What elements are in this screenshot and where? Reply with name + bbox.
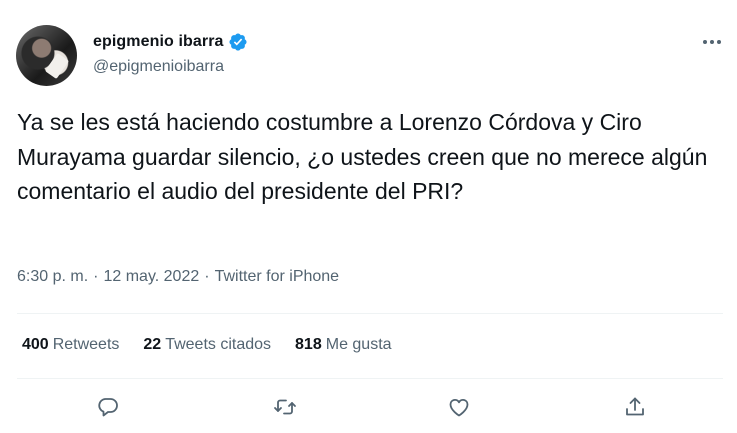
quotes-stat[interactable]: 22 Tweets citados: [143, 336, 271, 354]
quotes-count: 22: [143, 336, 162, 353]
author-name-row: epigmenio ibarra: [93, 32, 248, 52]
reply-icon: [98, 398, 118, 417]
tweet-card: epigmenio ibarra @epigmenioibarra Ya se …: [0, 0, 737, 433]
heart-icon: [449, 398, 469, 417]
divider: [17, 313, 723, 314]
tweet-time[interactable]: 6:30 p. m.: [17, 268, 88, 286]
author-display-name[interactable]: epigmenio ibarra: [93, 33, 224, 51]
meta-separator: ·: [204, 268, 210, 285]
tweet-date[interactable]: 12 may. 2022: [103, 268, 199, 286]
likes-label: Me gusta: [325, 336, 392, 353]
tweet-meta: 6:30 p. m. · 12 may. 2022 · Twitter for …: [17, 268, 339, 286]
avatar[interactable]: [16, 25, 77, 86]
tweet-source[interactable]: Twitter for iPhone: [215, 268, 340, 286]
more-horizontal-icon[interactable]: [698, 30, 726, 54]
action-bar: [0, 388, 737, 428]
retweets-stat[interactable]: 400 Retweets: [22, 336, 119, 354]
author-handle[interactable]: @epigmenioibarra: [93, 58, 224, 76]
reply-button[interactable]: [93, 392, 123, 422]
retweet-icon: [274, 399, 296, 415]
likes-stat[interactable]: 818 Me gusta: [295, 336, 392, 354]
tweet-text: Ya se les está haciendo costumbre a Lore…: [17, 109, 708, 204]
likes-count: 818: [295, 336, 322, 353]
share-icon: [626, 397, 644, 416]
share-button[interactable]: [620, 392, 650, 422]
verified-badge-icon: [228, 32, 248, 52]
divider: [17, 378, 723, 379]
retweets-label: Retweets: [52, 336, 120, 353]
engagement-stats: 400 Retweets 22 Tweets citados 818 Me gusta: [22, 336, 416, 354]
retweets-count: 400: [22, 336, 49, 353]
retweet-button[interactable]: [270, 392, 300, 422]
quotes-label: Tweets citados: [165, 336, 272, 353]
like-button[interactable]: [444, 392, 474, 422]
meta-separator: ·: [93, 268, 99, 285]
